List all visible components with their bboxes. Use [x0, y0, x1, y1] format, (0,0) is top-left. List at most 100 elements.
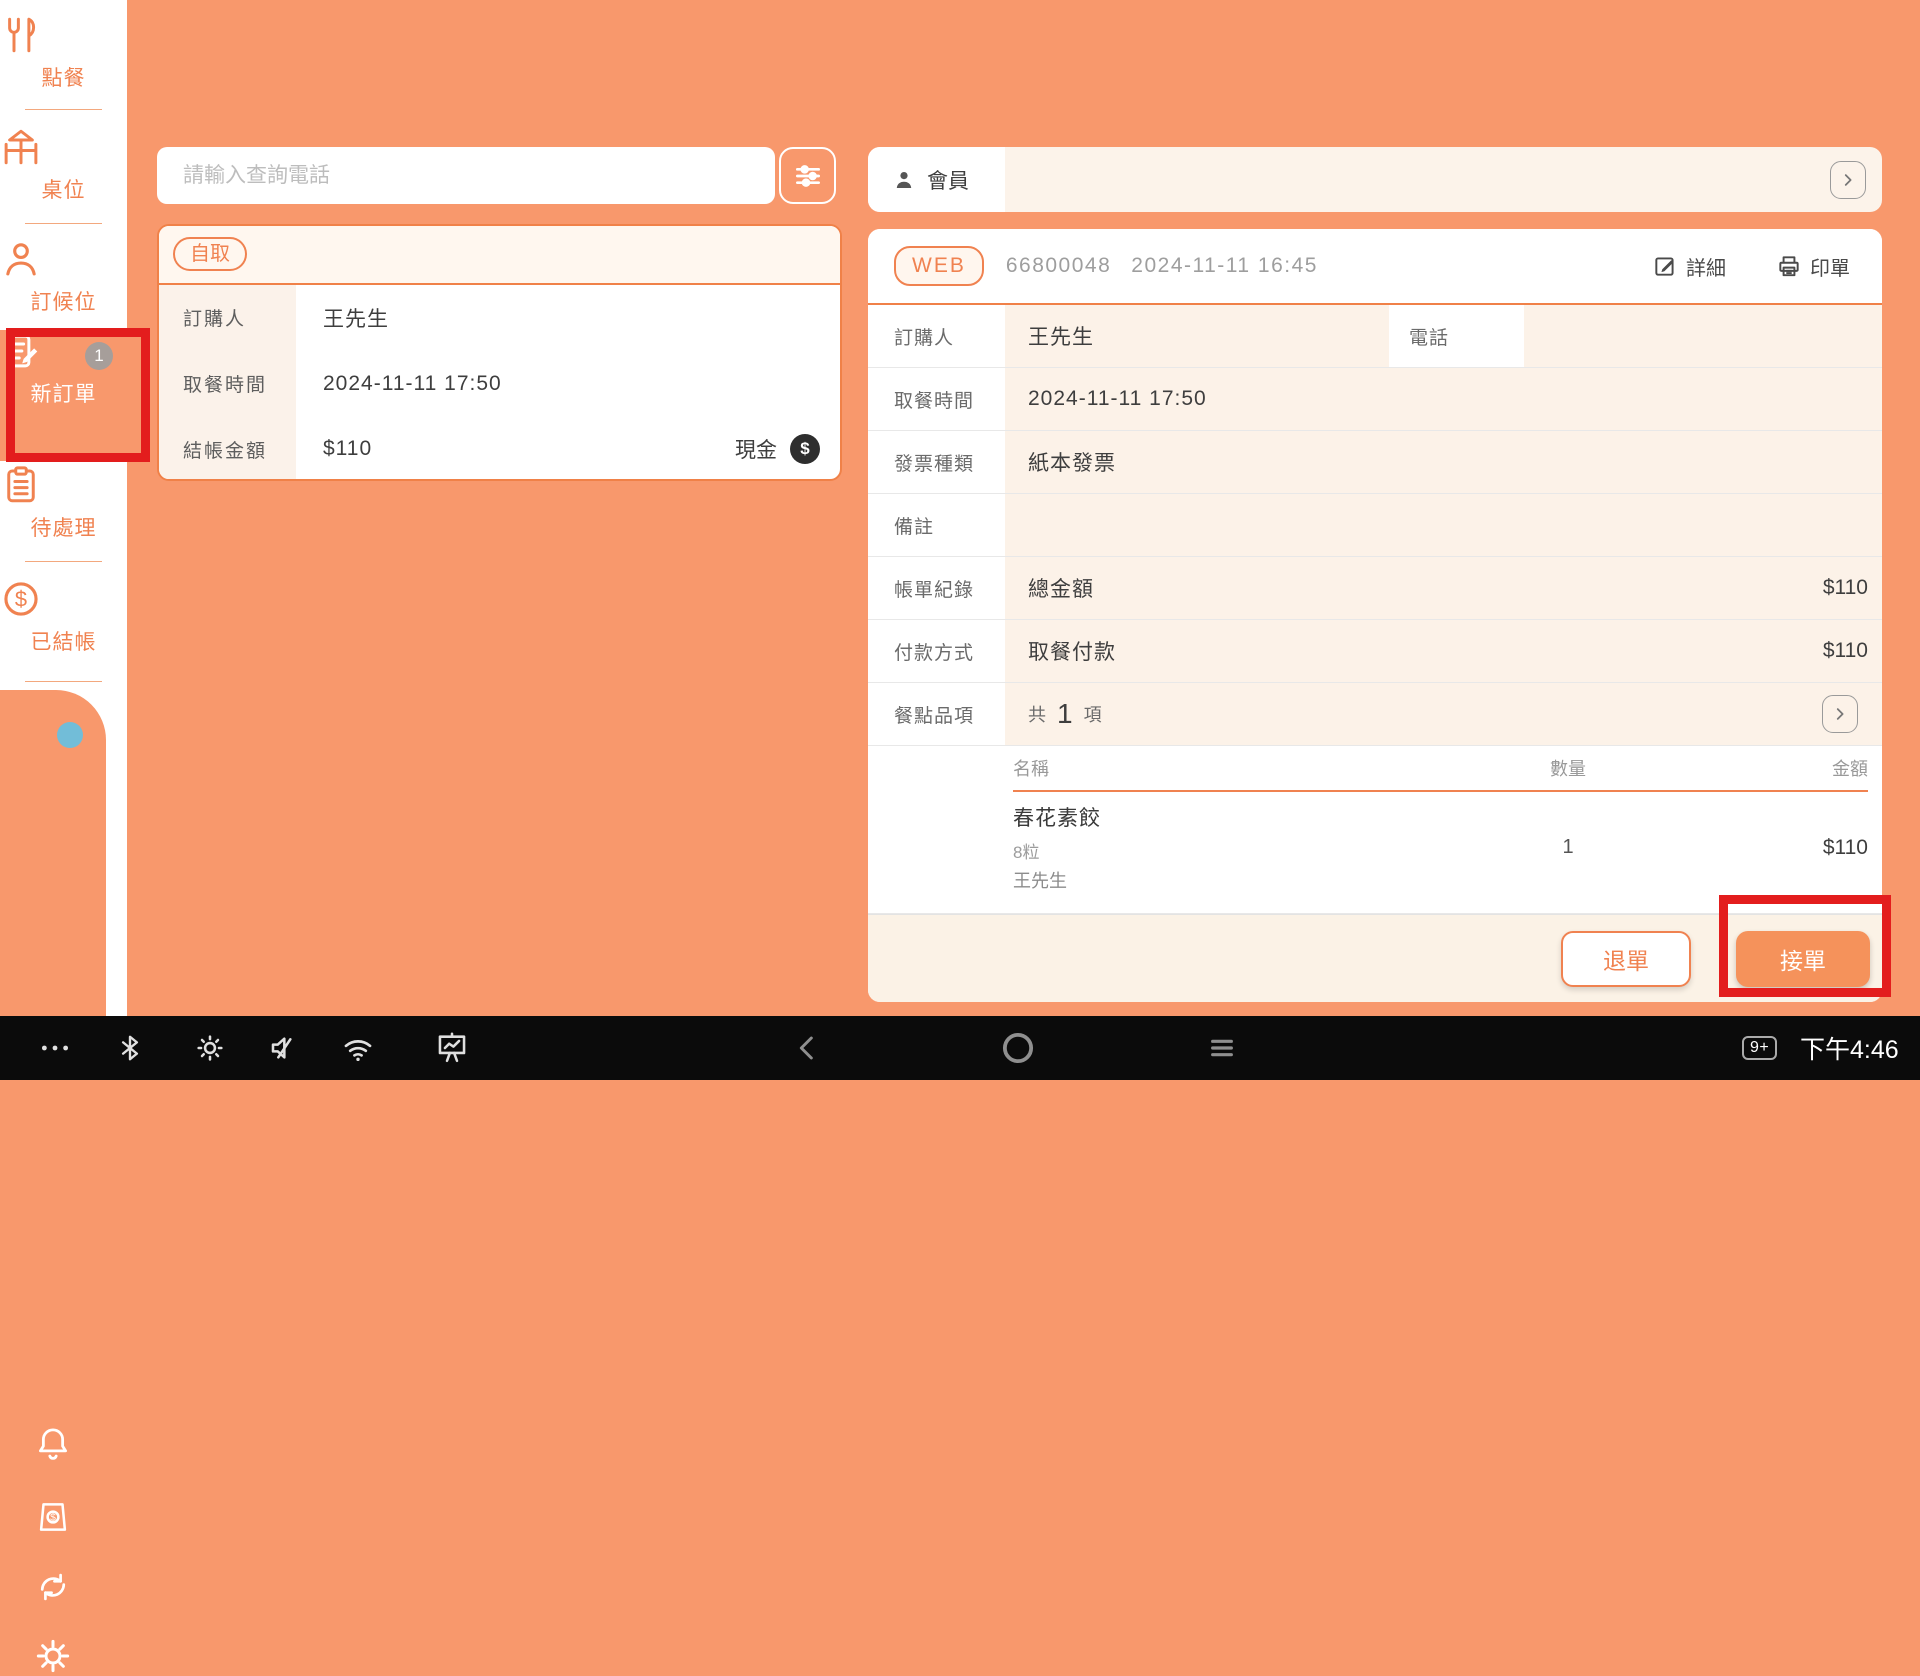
print-button-label: 印單: [1810, 252, 1850, 281]
sidebar-item-label: 桌位: [0, 174, 127, 204]
detail-row-orderer: 訂購人 王先生 電話: [868, 305, 1882, 368]
sidebar-item-pending[interactable]: 待處理: [0, 464, 127, 542]
sidebar-item-tables[interactable]: 桌位: [0, 126, 127, 204]
detail-row-bill-record: 帳單紀錄 總金額 $110: [868, 557, 1882, 620]
bluetooth-icon[interactable]: [115, 1033, 145, 1063]
item-name: 春花素餃: [1013, 802, 1488, 832]
sidebar: 點餐 桌位 訂候位 1 新訂單: [0, 0, 127, 1016]
order-card-row: 訂購人 王先生: [159, 285, 840, 351]
sidebar-item-label: 訂候位: [0, 286, 127, 316]
bell-icon[interactable]: [32, 1422, 74, 1464]
item-spec: 8粒: [1013, 838, 1488, 863]
row-value: 總金額: [1028, 557, 1094, 619]
notification-dot: [57, 722, 83, 748]
order-summary-card[interactable]: 自取 訂購人 王先生 取餐時間 2024-11-11 17:50 結帳金額 $1…: [157, 224, 842, 481]
row-label-phone: 電話: [1389, 305, 1524, 367]
home-button[interactable]: [999, 1029, 1037, 1067]
chevron-right-icon: [1831, 705, 1849, 723]
print-button[interactable]: 印單: [1770, 251, 1856, 282]
dollar-circle-icon: $: [0, 578, 127, 620]
sidebar-item-label: 點餐: [0, 62, 127, 92]
count-number: 1: [1057, 698, 1073, 730]
cast-board-icon[interactable]: [435, 1031, 469, 1065]
member-expand-button[interactable]: [1830, 161, 1866, 199]
row-label: 訂購人: [159, 285, 296, 351]
member-bar[interactable]: 會員: [868, 147, 1882, 212]
items-expand-button[interactable]: [1822, 695, 1858, 733]
member-label: 會員: [927, 165, 969, 195]
item-note: 王先生: [1013, 867, 1488, 893]
recents-button[interactable]: [1206, 1032, 1238, 1064]
money-bill-icon[interactable]: $: [34, 1498, 72, 1536]
sidebar-item-order-food[interactable]: 點餐: [0, 14, 127, 92]
coin-icon: $: [790, 434, 820, 464]
order-detail-card: WEB 66800048 2024-11-11 16:45 詳細: [868, 229, 1882, 1002]
member-person-icon: [892, 168, 916, 192]
detail-row-notes: 備註: [868, 494, 1882, 557]
row-amount: $110: [1823, 557, 1868, 619]
order-card-row: 取餐時間 2024-11-11 17:50: [159, 351, 840, 417]
detail-row-pickup-time: 取餐時間 2024-11-11 17:50: [868, 368, 1882, 431]
cash-label: 現金: [735, 434, 777, 464]
chevron-right-icon: [1839, 171, 1857, 189]
wifi-icon[interactable]: [341, 1031, 375, 1065]
order-card-header: 自取: [159, 226, 840, 285]
detail-button-label: 詳細: [1686, 252, 1726, 281]
detail-button[interactable]: 詳細: [1646, 251, 1732, 282]
search-input[interactable]: [157, 147, 775, 204]
accept-order-button[interactable]: 接單: [1736, 931, 1870, 987]
row-value: 取餐付款: [1028, 620, 1116, 682]
gear-icon[interactable]: [33, 1636, 73, 1676]
sidebar-divider: [25, 561, 102, 562]
row-label: 訂購人: [868, 305, 1005, 367]
item-count: 共 1 項: [1028, 683, 1102, 745]
table-icon: [0, 126, 127, 168]
detail-row-invoice-type: 發票種類 紙本發票: [868, 431, 1882, 494]
search-bar: [157, 147, 775, 204]
order-number: 66800048: [1006, 254, 1111, 278]
row-label: 發票種類: [868, 431, 1005, 493]
sidebar-item-reservation[interactable]: 訂候位: [0, 238, 127, 316]
channel-badge: WEB: [894, 246, 984, 286]
pickup-tag: 自取: [173, 237, 247, 271]
detail-header: WEB 66800048 2024-11-11 16:45 詳細: [868, 229, 1882, 305]
row-label: 付款方式: [868, 620, 1005, 682]
sidebar-item-checked-out[interactable]: $ 已結帳: [0, 578, 127, 656]
row-label: 取餐時間: [159, 351, 296, 417]
filter-button[interactable]: [779, 147, 836, 204]
row-value: 2024-11-11 17:50: [1028, 368, 1207, 430]
sidebar-item-new-orders[interactable]: 1 新訂單: [0, 330, 127, 461]
new-orders-count-badge: 1: [85, 342, 113, 370]
sidebar-bottom-panel: $: [0, 690, 106, 1016]
count-suffix: 項: [1084, 701, 1102, 727]
detail-row-payment-method: 付款方式 取餐付款 $110: [868, 620, 1882, 683]
svg-text:$: $: [15, 587, 27, 612]
item-list-headers: 名稱 數量 金額: [1013, 746, 1868, 792]
brightness-icon[interactable]: [194, 1032, 226, 1064]
row-value: $110: [323, 437, 372, 461]
detail-footer: 退單 接單: [868, 914, 1882, 1002]
row-label: 備註: [868, 494, 1005, 556]
item-qty: 1: [1488, 836, 1648, 859]
detail-row-meal-items: 餐點品項 共 1 項: [868, 683, 1882, 746]
order-time: 2024-11-11 16:45: [1131, 254, 1318, 278]
row-value: 2024-11-11 17:50: [323, 372, 502, 396]
utensils-icon: [0, 14, 127, 56]
order-card-row: 結帳金額 $110 現金 $: [159, 416, 840, 481]
item-info: 春花素餃 8粒 王先生: [1013, 802, 1488, 893]
row-label: 結帳金額: [159, 416, 296, 481]
order-card-body: 訂購人 王先生 取餐時間 2024-11-11 17:50 結帳金額 $110 …: [159, 285, 840, 481]
row-amount: $110: [1823, 620, 1868, 682]
mute-icon[interactable]: [267, 1032, 299, 1064]
back-button[interactable]: [792, 1032, 824, 1064]
item-row: 春花素餃 8粒 王先生 1 $110: [1013, 802, 1868, 893]
sidebar-item-label: 已結帳: [0, 626, 127, 656]
sliders-icon: [792, 160, 824, 192]
sidebar-item-label: 待處理: [0, 512, 127, 542]
system-navbar: 9+ 下午4:46: [0, 1016, 1920, 1080]
reject-order-button[interactable]: 退單: [1561, 931, 1691, 987]
more-icon[interactable]: [38, 1031, 72, 1065]
sync-icon[interactable]: [34, 1568, 72, 1606]
row-label: 餐點品項: [868, 683, 1005, 745]
svg-text:$: $: [50, 1513, 56, 1524]
